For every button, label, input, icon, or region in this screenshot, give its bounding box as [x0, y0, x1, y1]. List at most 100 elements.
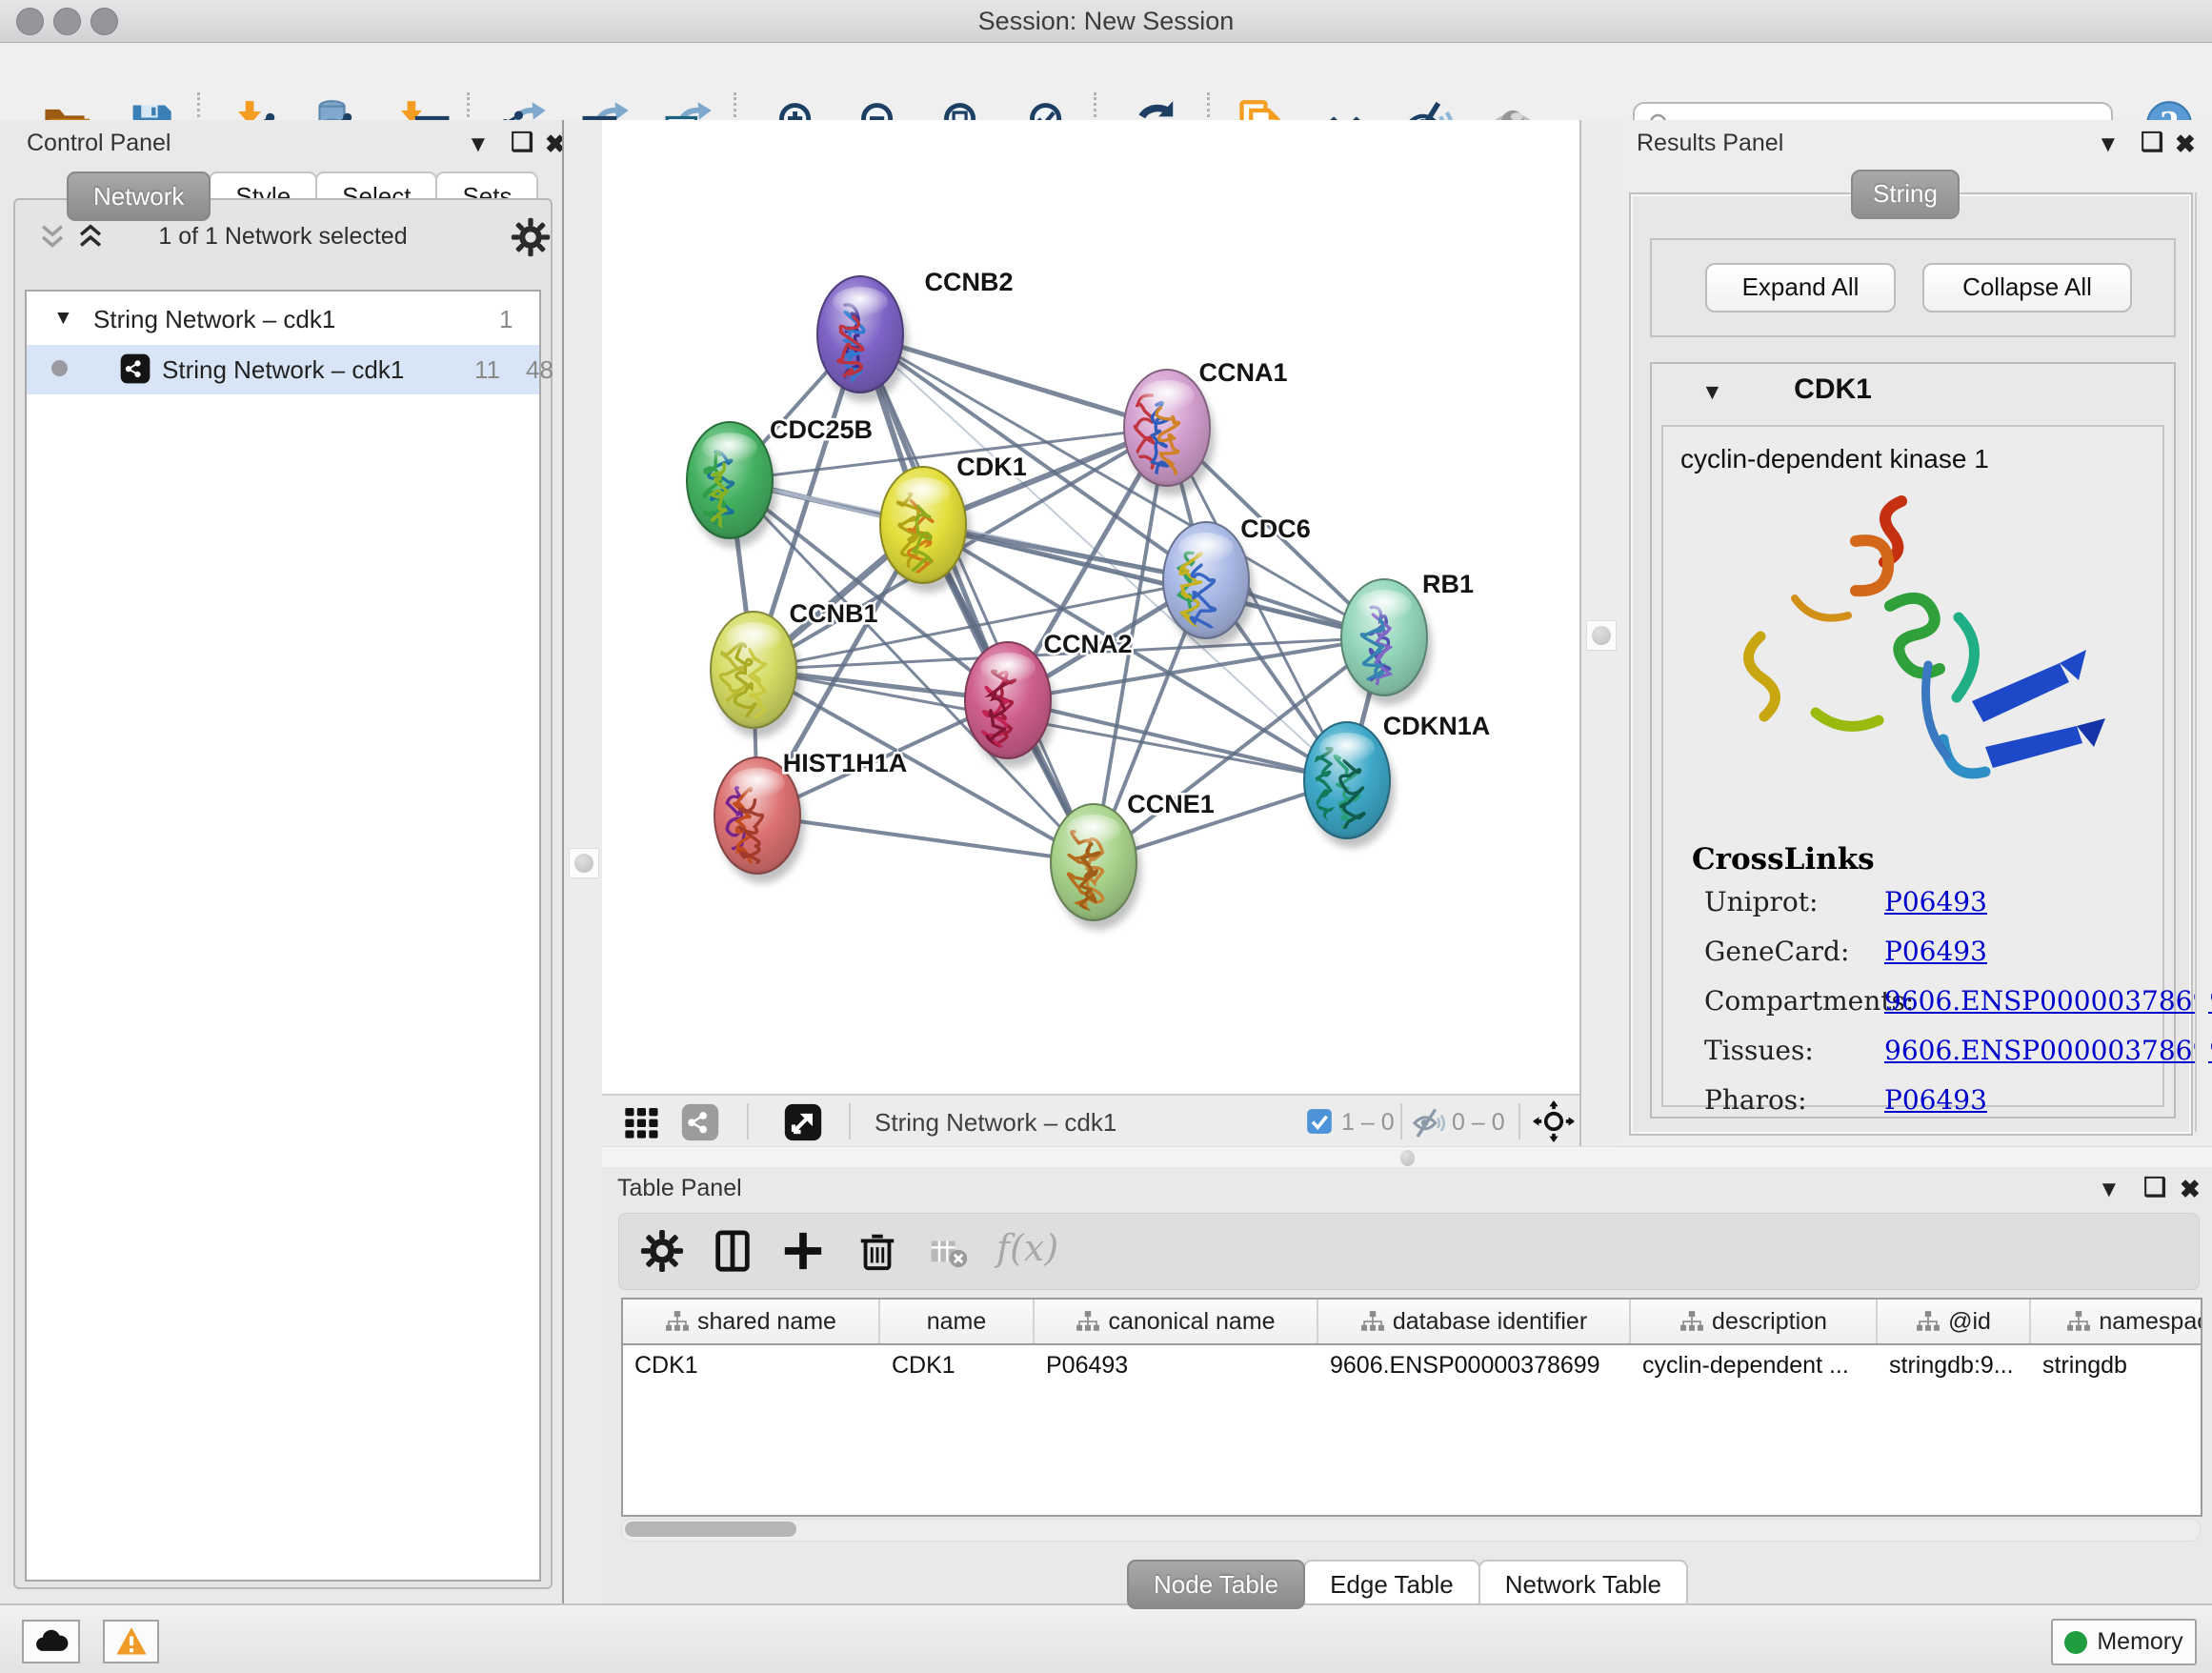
- horizontal-splitter-handle[interactable]: [1400, 1150, 1415, 1166]
- column-header-canonicalname[interactable]: canonical name: [1035, 1300, 1318, 1343]
- network-row-selected[interactable]: String Network – cdk1 11 48: [27, 345, 539, 394]
- network-canvas[interactable]: CCNB2CCNA1CDC25BCDK1CDC6RB1CCNB1CCNA2CDK…: [602, 120, 1579, 1094]
- tab-network-table[interactable]: Network Table: [1478, 1560, 1688, 1609]
- network-column-icon: [665, 1309, 690, 1334]
- left-splitter-handle[interactable]: [574, 854, 593, 873]
- horizontal-splitter[interactable]: [602, 1146, 2212, 1168]
- crosslink-label: GeneCard:: [1704, 936, 1849, 967]
- crosslink-label: Pharos:: [1704, 1084, 1807, 1116]
- function-builder-icon-disabled: f(x): [996, 1227, 1058, 1269]
- table-settings-gear-icon[interactable]: [640, 1229, 684, 1273]
- memory-button[interactable]: Memory: [2051, 1619, 2197, 1665]
- edge-CCNA2-CDKN1A: [1008, 700, 1347, 780]
- table-tabs: Node TableEdge TableNetwork Table: [1127, 1560, 1686, 1609]
- warning-icon: [113, 1625, 150, 1658]
- fit-selected-crosshair-icon[interactable]: [1533, 1100, 1575, 1142]
- node-label-CDC6: CDC6: [1240, 514, 1311, 543]
- birdseye-grid-icon[interactable]: [622, 1103, 660, 1141]
- network-edge-count: 48: [526, 355, 553, 385]
- column-header-sharedname[interactable]: shared name: [623, 1300, 880, 1343]
- tab-string[interactable]: String: [1851, 170, 1960, 219]
- network-status-dot-icon: [51, 360, 68, 376]
- show-columns-icon[interactable]: [711, 1229, 754, 1273]
- crosslink-row: Pharos: P06493: [1663, 1084, 2162, 1134]
- results-panel-maximize-icon[interactable]: ❑: [2141, 128, 2163, 157]
- table-header-row: shared namename canonical name database …: [623, 1300, 2201, 1345]
- column-header-namespace[interactable]: namespace: [2031, 1300, 2202, 1343]
- network-node-count: 11: [474, 355, 500, 385]
- node-label-CCNA1: CCNA1: [1198, 358, 1287, 387]
- crosslink-value-link[interactable]: P06493: [1884, 936, 1987, 967]
- gene-details: cyclin-dependent kinase 1 CrossLinks Uni…: [1661, 425, 2164, 1107]
- table-hscrollbar-thumb[interactable]: [625, 1522, 796, 1537]
- column-label: database identifier: [1393, 1308, 1587, 1336]
- network-collection-box: 1 of 1 Network selected ▼ String Network…: [13, 198, 553, 1589]
- table-hscrollbar[interactable]: [621, 1519, 2201, 1542]
- table-row[interactable]: CDK1CDK1P064939606.ENSP00000378699cyclin…: [623, 1345, 2201, 1387]
- column-label: canonical name: [1108, 1308, 1275, 1336]
- open-in-new-window-icon[interactable]: [784, 1103, 822, 1141]
- results-panel-title: Results Panel: [1637, 130, 1783, 157]
- add-column-icon[interactable]: [781, 1229, 825, 1273]
- cloud-button[interactable]: [22, 1620, 80, 1663]
- tab-edge-table[interactable]: Edge Table: [1303, 1560, 1480, 1609]
- node-table[interactable]: shared namename canonical name database …: [621, 1298, 2202, 1517]
- table-cell: CDK1: [880, 1345, 1035, 1387]
- results-panel-float-icon[interactable]: ▼: [2097, 131, 2120, 158]
- column-header-id[interactable]: @id: [1878, 1300, 2031, 1343]
- table-panel-close-icon[interactable]: ✖: [2180, 1175, 2201, 1204]
- warnings-button[interactable]: [103, 1620, 159, 1663]
- gene-description: cyclin-dependent kinase 1: [1680, 444, 1989, 474]
- collapse-all-button[interactable]: Collapse All: [1922, 263, 2132, 312]
- network-view-toolbar: String Network – cdk1 1 – 0 0 – 0: [602, 1094, 1579, 1148]
- right-splitter[interactable]: [1579, 120, 1626, 1154]
- gear-icon[interactable]: [511, 217, 551, 257]
- column-header-name[interactable]: name: [880, 1300, 1035, 1343]
- control-panel: Control Panel ▼ ❑ ✖ NetworkStyleSelectSe…: [0, 120, 562, 1603]
- network-collection-row[interactable]: ▼ String Network – cdk1 1: [27, 295, 539, 345]
- cytoscape-window: { "window": { "title": "Session: New Ses…: [0, 0, 2212, 1671]
- node-CDKN1A: [1304, 722, 1395, 848]
- hidden-count: 0 – 0: [1452, 1109, 1505, 1137]
- crosslink-label: Compartments:: [1704, 985, 1914, 1017]
- table-panel-maximize-icon[interactable]: ❑: [2143, 1173, 2166, 1202]
- node-label-CCNB2: CCNB2: [924, 268, 1013, 296]
- crosslink-label: Tissues:: [1704, 1035, 1814, 1066]
- crosslink-row: Compartments: 9606.ENSP00000378699: [1663, 985, 2162, 1035]
- window-title: Session: New Session: [0, 7, 2212, 36]
- left-splitter[interactable]: [562, 120, 606, 1603]
- column-label: @id: [1948, 1308, 1991, 1336]
- delete-table-icon-disabled: [930, 1235, 968, 1273]
- table-panel-float-icon[interactable]: ▼: [2098, 1177, 2121, 1203]
- node-label-HIST1H1A: HIST1H1A: [783, 749, 908, 777]
- tab-node-table[interactable]: Node Table: [1127, 1560, 1305, 1609]
- delete-column-icon[interactable]: [855, 1229, 899, 1273]
- crosslink-value-link[interactable]: 9606.ENSP00000378699: [1884, 1035, 2212, 1066]
- right-splitter-handle[interactable]: [1592, 626, 1611, 645]
- table-cell: stringdb: [2031, 1345, 2202, 1387]
- column-header-databaseidentifier[interactable]: database identifier: [1318, 1300, 1631, 1343]
- selected-checkbox-icon[interactable]: [1306, 1108, 1333, 1135]
- crosslink-value-link[interactable]: P06493: [1884, 1084, 1987, 1116]
- string-results-box: Expand All Collapse All ▼ CDK1 cyclin-de…: [1629, 192, 2193, 1136]
- gene-entry: ▼ CDK1 cyclin-dependent kinase 1 CrossLi…: [1650, 362, 2176, 1119]
- control-panel-float-icon[interactable]: ▼: [467, 131, 490, 158]
- control-panel-maximize-icon[interactable]: ❑: [511, 128, 533, 157]
- results-panel-close-icon[interactable]: ✖: [2175, 130, 2196, 159]
- column-label: namespace: [2099, 1308, 2202, 1336]
- tab-network[interactable]: Network: [67, 171, 211, 221]
- crosslink-value-link[interactable]: 9606.ENSP00000378699: [1884, 985, 2212, 1017]
- network-column-icon: [2066, 1309, 2091, 1334]
- table-cell: stringdb:9...: [1878, 1345, 2031, 1387]
- column-header-description[interactable]: description: [1631, 1300, 1878, 1343]
- hidden-eye-icon[interactable]: [1412, 1105, 1446, 1139]
- crosslink-value-link[interactable]: P06493: [1884, 886, 1987, 917]
- memory-label: Memory: [2097, 1628, 2182, 1656]
- collection-caret-icon[interactable]: ▼: [53, 307, 73, 330]
- results-scrollbar-track[interactable]: [2195, 192, 2208, 1132]
- node-label-CCNA2: CCNA2: [1043, 630, 1132, 658]
- expand-all-button[interactable]: Expand All: [1705, 263, 1896, 312]
- network-tree: ▼ String Network – cdk1 1 String Network…: [25, 290, 541, 1582]
- node-label-CDC25B: CDC25B: [770, 415, 873, 444]
- network-share-button-icon[interactable]: [681, 1103, 719, 1141]
